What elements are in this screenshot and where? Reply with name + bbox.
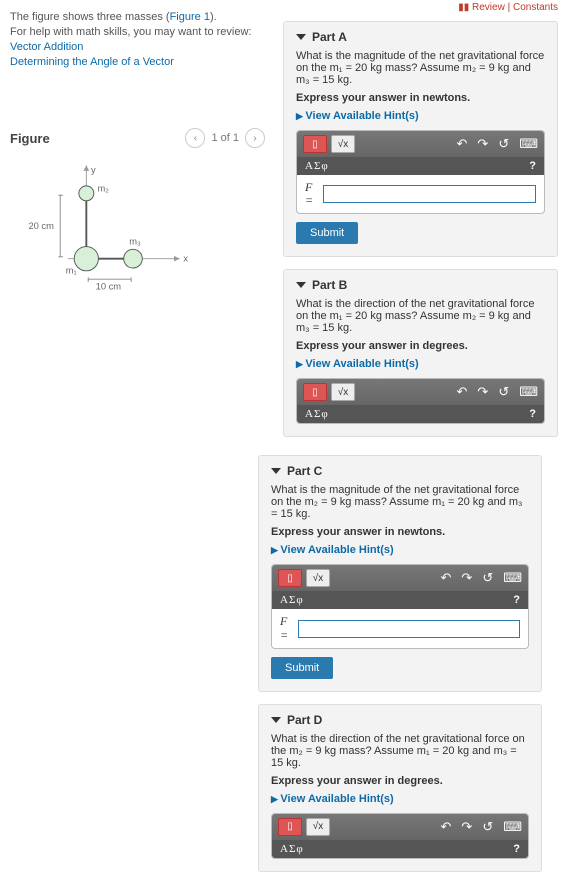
svg-text:m₃: m₃ — [129, 237, 141, 247]
figure-link[interactable]: Figure 1 — [170, 11, 210, 23]
redo-icon[interactable]: ↷ — [461, 570, 472, 586]
template-icon[interactable]: ▯ — [278, 569, 302, 587]
collapse-icon[interactable] — [271, 717, 281, 723]
undo-icon[interactable]: ↶ — [457, 136, 468, 152]
part-c-answer-box: ▯ √x ↶ ↷ ↺ ⌨ ΑΣφ ? F = — [271, 564, 529, 648]
svg-text:x: x — [183, 253, 188, 263]
figure-nav: ‹ 1 of 1 › — [185, 128, 265, 148]
part-a-panel: Part A What is the magnitude of the net … — [283, 21, 558, 257]
template-icon[interactable]: ▯ — [278, 818, 302, 836]
part-a-answer-box: ▯ √x ↶ ↷ ↺ ⌨ ΑΣφ ? F = — [296, 130, 545, 214]
keyboard-icon[interactable]: ⌨ — [519, 136, 538, 152]
part-c-var: F = — [280, 615, 294, 641]
part-d-hints[interactable]: View Available Hint(s) — [271, 793, 529, 805]
template-icon[interactable]: ▯ — [303, 383, 327, 401]
undo-icon[interactable]: ↶ — [441, 819, 452, 835]
redo-icon[interactable]: ↷ — [477, 136, 488, 152]
part-b-answer-box: ▯ √x ↶ ↷ ↺ ⌨ ΑΣφ ? — [296, 378, 545, 424]
top-links: ▮▮ Review | Constants — [283, 0, 558, 15]
reset-icon[interactable]: ↺ — [498, 384, 509, 400]
part-d-answer-box: ▯ √x ↶ ↷ ↺ ⌨ ΑΣφ ? — [271, 813, 529, 859]
part-b-panel: Part B What is the direction of the net … — [283, 269, 558, 437]
part-c-hints[interactable]: View Available Hint(s) — [271, 544, 529, 556]
review-link[interactable]: Review — [472, 2, 505, 13]
redo-icon[interactable]: ↷ — [477, 384, 488, 400]
part-b-title: Part B — [312, 278, 347, 292]
part-a-title: Part A — [312, 30, 347, 44]
svg-text:m₂: m₂ — [98, 183, 110, 193]
part-c-title: Part C — [287, 464, 322, 478]
keyboard-icon[interactable]: ⌨ — [503, 819, 522, 835]
template-icon[interactable]: ▯ — [303, 135, 327, 153]
undo-icon[interactable]: ↶ — [441, 570, 452, 586]
figure-counter: 1 of 1 — [211, 132, 239, 144]
svg-text:y: y — [91, 165, 96, 175]
vector-addition-link[interactable]: Vector Addition — [10, 41, 83, 53]
svg-text:m₁: m₁ — [66, 266, 77, 276]
part-b-question: What is the direction of the net gravita… — [296, 298, 545, 334]
next-figure-button[interactable]: › — [245, 128, 265, 148]
svg-text:10 cm: 10 cm — [96, 281, 122, 291]
part-d-question: What is the direction of the net gravita… — [271, 733, 529, 769]
redo-icon[interactable]: ↷ — [461, 819, 472, 835]
symbols-button[interactable]: ΑΣφ — [280, 594, 304, 606]
symbols-button[interactable]: ΑΣφ — [280, 843, 304, 855]
intro-line1a: The figure shows three masses ( — [10, 11, 170, 23]
sqrt-icon[interactable]: √x — [331, 135, 355, 153]
intro-line2: For help with math skills, you may want … — [10, 26, 265, 38]
part-a-input[interactable] — [323, 185, 536, 203]
part-a-question: What is the magnitude of the net gravita… — [296, 50, 545, 86]
symbols-button[interactable]: ΑΣφ — [305, 160, 329, 172]
reset-icon[interactable]: ↺ — [498, 136, 509, 152]
undo-icon[interactable]: ↶ — [457, 384, 468, 400]
help-icon[interactable]: ? — [529, 160, 536, 172]
svg-text:20 cm: 20 cm — [28, 221, 54, 231]
keyboard-icon[interactable]: ⌨ — [519, 384, 538, 400]
part-c-panel: Part C What is the magnitude of the net … — [258, 455, 542, 691]
intro-line1b: ). — [210, 11, 217, 23]
collapse-icon[interactable] — [296, 282, 306, 288]
part-b-hints[interactable]: View Available Hint(s) — [296, 358, 545, 370]
reset-icon[interactable]: ↺ — [482, 819, 493, 835]
sqrt-icon[interactable]: √x — [331, 383, 355, 401]
part-c-submit-button[interactable]: Submit — [271, 657, 333, 679]
part-b-instruction: Express your answer in degrees. — [296, 340, 545, 352]
reset-icon[interactable]: ↺ — [482, 570, 493, 586]
intro-block: The figure shows three masses (Figure 1)… — [10, 11, 265, 68]
figure-heading: Figure — [10, 131, 50, 146]
part-c-input[interactable] — [298, 620, 520, 638]
part-a-var: F = — [305, 181, 319, 207]
help-icon[interactable]: ? — [513, 843, 520, 855]
keyboard-icon[interactable]: ⌨ — [503, 570, 522, 586]
part-a-submit-button[interactable]: Submit — [296, 222, 358, 244]
sqrt-icon[interactable]: √x — [306, 569, 330, 587]
part-c-instruction: Express your answer in newtons. — [271, 526, 529, 538]
part-d-panel: Part D What is the direction of the net … — [258, 704, 542, 872]
sqrt-icon[interactable]: √x — [306, 818, 330, 836]
help-icon[interactable]: ? — [513, 594, 520, 606]
angle-vector-link[interactable]: Determining the Angle of a Vector — [10, 56, 174, 68]
part-d-instruction: Express your answer in degrees. — [271, 775, 529, 787]
symbols-button[interactable]: ΑΣφ — [305, 408, 329, 420]
collapse-icon[interactable] — [296, 34, 306, 40]
part-a-instruction: Express your answer in newtons. — [296, 92, 545, 104]
part-d-title: Part D — [287, 713, 322, 727]
prev-figure-button[interactable]: ‹ — [185, 128, 205, 148]
part-a-hints[interactable]: View Available Hint(s) — [296, 110, 545, 122]
figure-diagram: y x m₂ m₃ m₁ 20 cm 10 cm — [10, 156, 200, 296]
help-icon[interactable]: ? — [529, 408, 536, 420]
constants-link[interactable]: Constants — [513, 2, 558, 13]
part-c-question: What is the magnitude of the net gravita… — [271, 484, 529, 520]
collapse-icon[interactable] — [271, 468, 281, 474]
